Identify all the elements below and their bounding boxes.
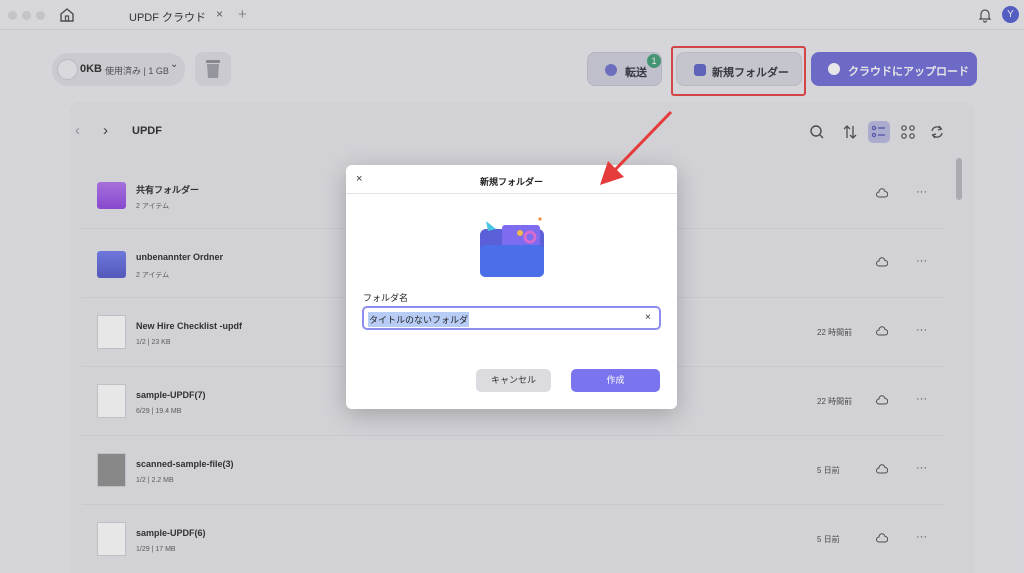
folder-name-label: フォルダ名 bbox=[363, 293, 409, 303]
new-folder-dialog: × 新規フォルダー フォルダ名 タイトルのないフォルダ × キャンセル 作成 bbox=[346, 165, 677, 409]
folder-name-input[interactable]: タイトルのないフォルダ × bbox=[362, 306, 661, 330]
dialog-title: 新規フォルダー bbox=[479, 177, 543, 187]
clear-input-icon[interactable]: × bbox=[645, 312, 651, 323]
cancel-button[interactable]: キャンセル bbox=[476, 369, 551, 392]
folder-name-value: タイトルのないフォルダ bbox=[368, 312, 470, 327]
dialog-divider bbox=[346, 193, 677, 194]
folder-illustration-icon bbox=[480, 217, 544, 277]
create-button[interactable]: 作成 bbox=[571, 369, 660, 392]
